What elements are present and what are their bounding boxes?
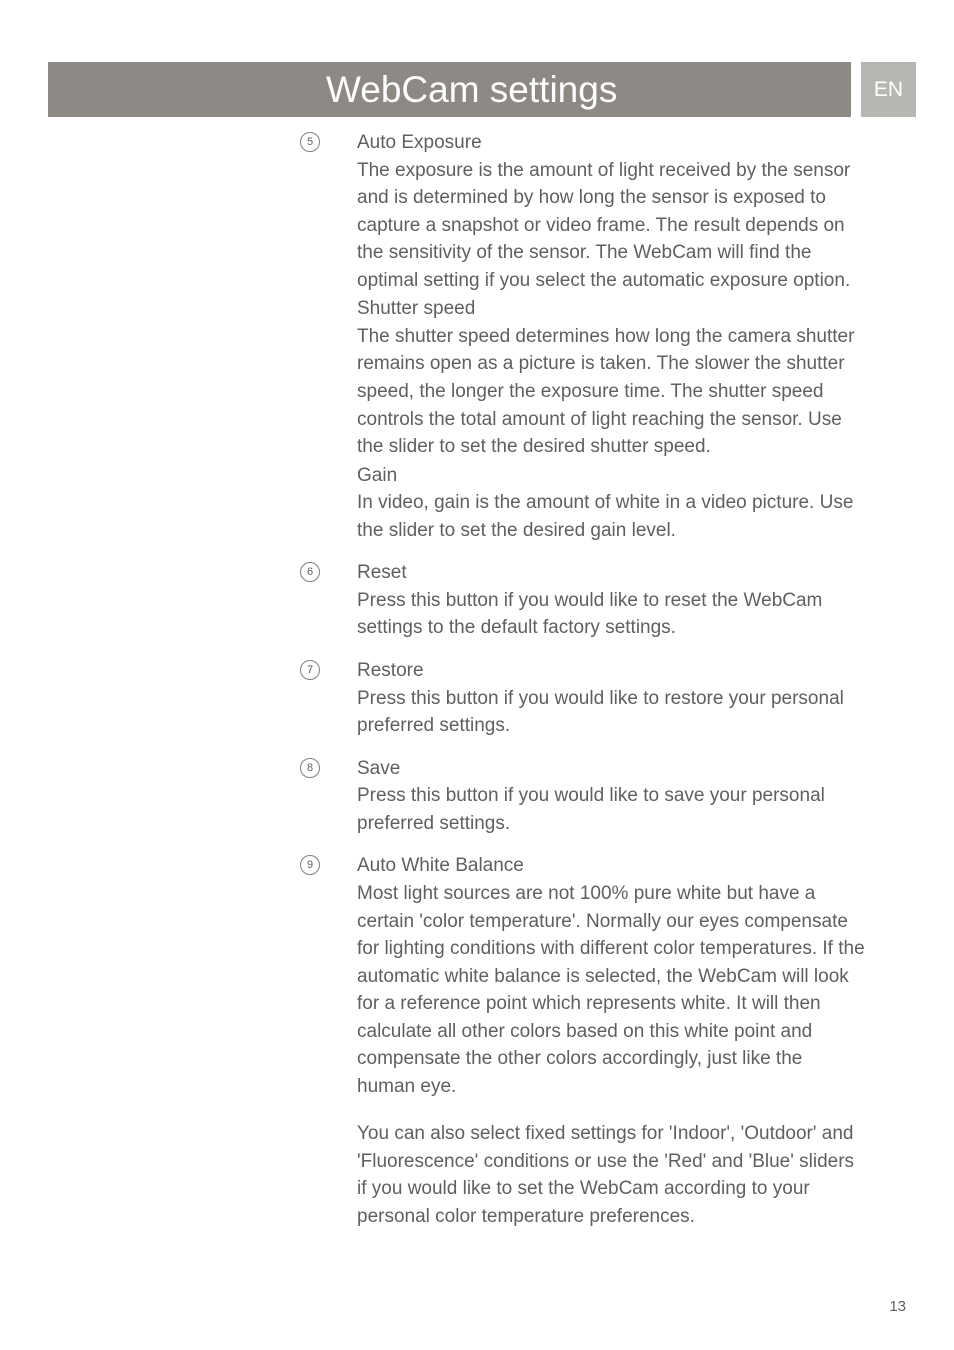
item-paragraph: In video, gain is the amount of white in… [357, 489, 865, 544]
page-number: 13 [889, 1298, 906, 1315]
item-subtitle: Shutter speed [357, 296, 865, 323]
item-title: Reset [357, 560, 865, 587]
item-title: Restore [357, 658, 865, 685]
content-area: 5 Auto Exposure The exposure is the amou… [327, 130, 865, 1247]
page-title: WebCam settings [326, 69, 617, 111]
list-item: 5 Auto Exposure The exposure is the amou… [327, 130, 865, 544]
item-paragraph: The exposure is the amount of light rece… [357, 157, 865, 295]
item-subtitle: Gain [357, 463, 865, 490]
item-paragraph: Press this button if you would like to r… [357, 587, 865, 642]
item-number-circle: 7 [300, 660, 320, 680]
item-number-circle: 9 [300, 855, 320, 875]
list-item: 8 Save Press this button if you would li… [327, 756, 865, 838]
item-paragraph: Press this button if you would like to r… [357, 685, 865, 740]
language-code: EN [874, 78, 903, 102]
item-paragraph: Press this button if you would like to s… [357, 782, 865, 837]
list-item: 6 Reset Press this button if you would l… [327, 560, 865, 642]
sidebar-block [48, 62, 308, 117]
page: WebCam settings EN 5 Auto Exposure The e… [0, 0, 954, 1350]
item-title: Auto Exposure [357, 130, 865, 157]
item-number-circle: 6 [300, 562, 320, 582]
language-badge: EN [861, 62, 916, 117]
item-paragraph: You can also select fixed settings for '… [357, 1120, 865, 1230]
item-number-circle: 8 [300, 758, 320, 778]
item-paragraph: Most light sources are not 100% pure whi… [357, 880, 865, 1100]
title-bar: WebCam settings [308, 62, 851, 117]
item-number-circle: 5 [300, 132, 320, 152]
list-item: 7 Restore Press this button if you would… [327, 658, 865, 740]
item-title: Auto White Balance [357, 853, 865, 880]
item-title: Save [357, 756, 865, 783]
item-paragraph: The shutter speed determines how long th… [357, 323, 865, 461]
list-item: 9 Auto White Balance Most light sources … [327, 853, 865, 1230]
